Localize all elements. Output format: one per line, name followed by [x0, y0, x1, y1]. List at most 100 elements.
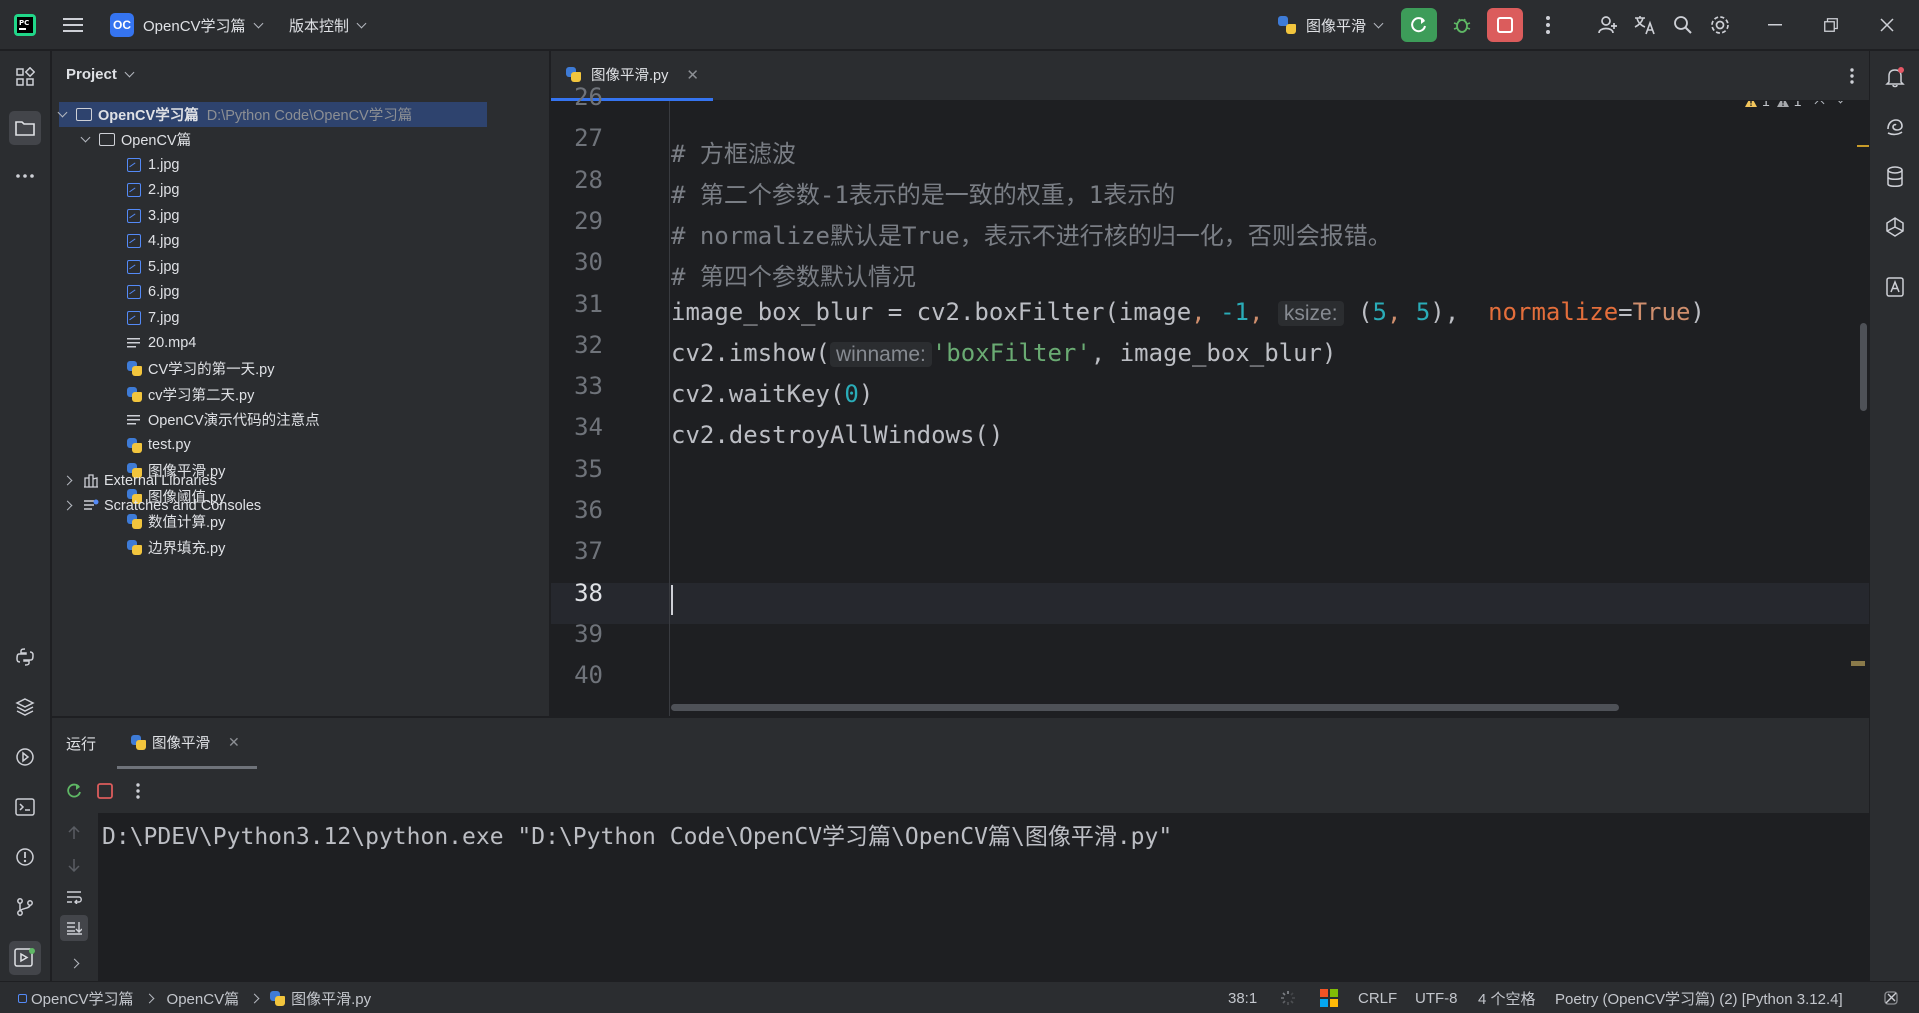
code-token: ( — [1358, 298, 1373, 326]
search-icon[interactable] — [1668, 10, 1698, 40]
text-file-icon — [127, 337, 141, 349]
file-tree-item[interactable]: OpenCV演示代码的注意点 — [127, 407, 320, 432]
tree-root-row[interactable]: OpenCV学习篇 D:\Python Code\OpenCV学习篇 — [57, 102, 487, 127]
scroll-to-end-icon[interactable] — [60, 915, 88, 941]
run-config-selector[interactable]: 图像平滑 — [1278, 0, 1384, 50]
stop-button[interactable] — [1487, 8, 1523, 42]
terminal-icon[interactable] — [11, 793, 39, 821]
run-tab[interactable]: 图像平滑 ✕ — [117, 718, 257, 769]
breadcrumb-project[interactable]: OpenCV学习篇 — [31, 988, 134, 1009]
previous-highlight-icon[interactable] — [1814, 101, 1825, 109]
expand-arrow-icon[interactable] — [62, 500, 73, 511]
deploy-icon[interactable] — [1881, 213, 1909, 241]
file-tree-item[interactable]: 3.jpg — [127, 203, 179, 228]
bug-icon — [1453, 18, 1471, 33]
git-branch-icon[interactable] — [11, 893, 39, 921]
vcs-label: 版本控制 — [289, 17, 350, 35]
more-options-icon[interactable] — [128, 779, 148, 803]
structure-icon[interactable] — [11, 63, 39, 91]
rerun-button[interactable] — [1401, 8, 1437, 42]
indent-setting[interactable]: 4 个空格 — [1478, 982, 1536, 1013]
image-file-icon — [127, 208, 141, 223]
layers-icon[interactable] — [11, 693, 39, 721]
python-interpreter[interactable]: Poetry (OpenCV学习篇) (2) [Python 3.12.4] — [1555, 982, 1843, 1013]
scratches-row[interactable]: Scratches and Consoles — [62, 493, 261, 518]
code-token: image_box_blur = cv2.boxFilter(image — [671, 298, 1192, 326]
inspection-widget[interactable]: 1 1 — [1744, 101, 1846, 113]
console-output[interactable]: D:\PDEV\Python3.12\python.exe "D:\Python… — [98, 813, 1869, 982]
code-editor[interactable]: # 方框滤波 # 第二个参数-1表示的是一致的权重，1表示的 # normali… — [669, 101, 1869, 716]
main-menu-icon[interactable] — [60, 13, 86, 37]
weak-warning-marker[interactable] — [1851, 661, 1865, 666]
file-tree-item[interactable]: 边界填充.py — [127, 535, 225, 560]
close-tab-icon[interactable]: ✕ — [228, 734, 240, 751]
file-tree-item[interactable]: 6.jpg — [127, 280, 179, 305]
file-tree-item[interactable]: 5.jpg — [127, 254, 179, 279]
breadcrumb-file[interactable]: 图像平滑.py — [291, 988, 371, 1009]
run-panel-title: 运行 — [66, 736, 97, 753]
tree-folder-row[interactable]: OpenCV篇 — [80, 127, 191, 152]
settings-gear-icon[interactable] — [1705, 10, 1735, 40]
next-highlight-icon[interactable] — [1835, 101, 1846, 104]
warning-marker[interactable] — [1857, 145, 1869, 147]
image-file-icon — [127, 157, 141, 172]
breadcrumb-folder[interactable]: OpenCV篇 — [167, 988, 240, 1009]
database-icon[interactable] — [1881, 163, 1909, 191]
expand-arrow-icon[interactable] — [62, 475, 73, 486]
minimize-window-icon[interactable] — [1760, 10, 1790, 40]
folder-icon — [76, 108, 92, 121]
run-tab-bar: 运行 图像平滑 ✕ — [52, 718, 1869, 769]
line-number: 33 — [574, 372, 603, 401]
close-window-icon[interactable] — [1872, 10, 1902, 40]
debug-button[interactable] — [1447, 10, 1477, 40]
run-tool-icon[interactable] — [9, 941, 41, 975]
windows-logo-icon[interactable] — [1320, 982, 1338, 1013]
restore-window-icon[interactable] — [1816, 10, 1846, 40]
file-tree-item[interactable]: cv学习第二天.py — [127, 382, 254, 407]
vertical-scrollbar[interactable] — [1860, 323, 1867, 411]
library-icon — [84, 474, 98, 488]
file-tree-item[interactable]: CV学习的第一天.py — [127, 356, 275, 381]
file-tree-item[interactable]: 20.mp4 — [127, 331, 196, 356]
font-book-icon[interactable] — [1881, 273, 1909, 301]
services-icon[interactable] — [11, 743, 39, 771]
external-libraries-row[interactable]: External Libraries — [62, 468, 217, 493]
python-file-icon — [127, 361, 142, 376]
lock-icon[interactable] — [1883, 982, 1899, 1013]
translate-icon[interactable] — [1630, 10, 1660, 40]
close-tab-icon[interactable]: ✕ — [686, 66, 699, 84]
run-toolbar — [52, 769, 1869, 813]
file-tree-item[interactable]: 7.jpg — [127, 305, 179, 330]
file-tree-item[interactable]: test.py — [127, 433, 191, 458]
code-token: , image_box_blur) — [1090, 339, 1337, 367]
project-folder-icon[interactable] — [9, 111, 41, 145]
ai-assistant-icon[interactable] — [1881, 113, 1909, 141]
file-tree-item[interactable]: 1.jpg — [127, 152, 179, 177]
more-actions-icon[interactable] — [1535, 10, 1561, 40]
problems-icon[interactable] — [11, 843, 39, 871]
file-tree-item[interactable]: 4.jpg — [127, 229, 179, 254]
soft-wrap-icon[interactable] — [62, 885, 86, 909]
line-number: 30 — [574, 248, 603, 277]
file-encoding[interactable]: UTF-8 — [1415, 982, 1458, 1013]
expand-arrow-icon[interactable] — [57, 107, 68, 118]
vcs-menu[interactable]: 版本控制 — [289, 0, 367, 50]
arrow-down-icon[interactable] — [62, 853, 86, 877]
pycharm-logo-icon[interactable]: PC — [12, 12, 38, 38]
horizontal-scrollbar[interactable] — [671, 704, 1619, 711]
expand-more-icon[interactable] — [62, 951, 86, 975]
project-panel-title[interactable]: Project — [66, 66, 135, 83]
file-tree-item[interactable]: 2.jpg — [127, 178, 179, 203]
python-console-icon[interactable] — [11, 643, 39, 671]
line-separator[interactable]: CRLF — [1358, 982, 1397, 1013]
stop-icon[interactable] — [93, 779, 117, 803]
rerun-icon[interactable] — [63, 779, 87, 803]
add-user-icon[interactable] — [1594, 10, 1622, 40]
project-selector[interactable]: OC OpenCV学习篇 — [110, 0, 263, 50]
notifications-bell-icon[interactable] — [1881, 63, 1909, 91]
caret-position[interactable]: 38:1 — [1228, 982, 1257, 1013]
expand-arrow-icon[interactable] — [80, 132, 91, 143]
more-tools-icon[interactable] — [11, 162, 39, 190]
tab-options-icon[interactable] — [1842, 63, 1862, 89]
arrow-up-icon[interactable] — [62, 821, 86, 845]
